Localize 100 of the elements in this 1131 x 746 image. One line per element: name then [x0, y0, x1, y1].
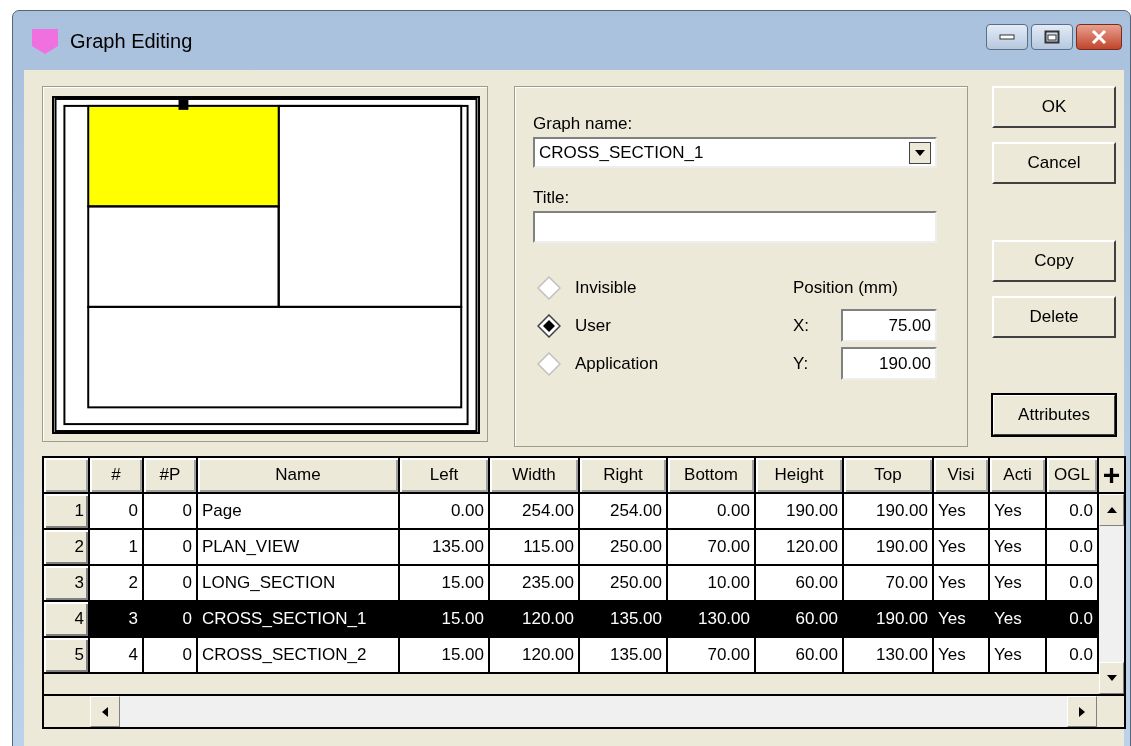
table-cell: 190.00: [844, 530, 934, 564]
table-cell: Yes: [990, 530, 1047, 564]
table-cell: 130.00: [844, 638, 934, 672]
radio-button[interactable]: [537, 351, 561, 376]
column-header[interactable]: Top: [844, 458, 934, 492]
table-cell: 0: [144, 638, 198, 672]
column-header[interactable]: Visi: [934, 458, 990, 492]
table-cell: CROSS_SECTION_1: [198, 602, 400, 636]
row-header[interactable]: 4: [44, 602, 90, 636]
radio-label: Application: [575, 352, 659, 375]
table-cell: 0: [144, 602, 198, 636]
row-header[interactable]: 3: [44, 566, 90, 600]
table-cell: Yes: [934, 602, 990, 636]
radio-button[interactable]: [537, 313, 561, 338]
table-cell: 120.00: [490, 638, 580, 672]
table-cell: Yes: [934, 566, 990, 600]
table-cell: 190.00: [844, 494, 934, 528]
table-cell: 0.00: [400, 494, 490, 528]
dialog-button[interactable]: Delete: [992, 296, 1116, 338]
table-cell: 1: [90, 530, 144, 564]
table-cell: Yes: [990, 602, 1047, 636]
table-cell: 4: [90, 638, 144, 672]
radio-label: User: [575, 314, 611, 337]
table-cell: 15.00: [400, 602, 490, 636]
y-position-field[interactable]: 190.00: [841, 347, 937, 380]
graph-name-label: Graph name:: [533, 113, 634, 135]
table-cell: 135.00: [580, 638, 668, 672]
table-cell: 0: [144, 530, 198, 564]
column-header[interactable]: Left: [400, 458, 490, 492]
row-header[interactable]: 1: [44, 494, 90, 528]
maximize-button[interactable]: [1031, 23, 1073, 50]
graph-name-dropdown[interactable]: CROSS_SECTION_1: [533, 137, 937, 168]
column-header[interactable]: Height: [756, 458, 844, 492]
table-cell: Yes: [934, 494, 990, 528]
dialog-button[interactable]: Cancel: [992, 142, 1116, 184]
column-header[interactable]: #P: [144, 458, 198, 492]
table-cell: 0.0: [1047, 530, 1099, 564]
position-label: Position (mm): [793, 276, 898, 299]
table-cell: 120.00: [756, 530, 844, 564]
table-cell: 2: [90, 566, 144, 600]
column-header[interactable]: Bottom: [668, 458, 756, 492]
row-header[interactable]: 2: [44, 530, 90, 564]
title-label: Title:: [533, 187, 571, 209]
table-cell: 0.00: [668, 494, 756, 528]
table-cell: 60.00: [756, 566, 844, 600]
y-label: Y:: [793, 352, 809, 375]
table-cell: 135.00: [400, 530, 490, 564]
title-field[interactable]: [533, 211, 937, 243]
column-header[interactable]: Width: [490, 458, 580, 492]
add-row-button[interactable]: +: [1099, 458, 1124, 494]
table-cell: Yes: [934, 530, 990, 564]
maximize-icon: [1044, 29, 1060, 44]
table-cell: Yes: [990, 638, 1047, 672]
down-arrow-icon: [1106, 675, 1117, 681]
table-cell: 250.00: [580, 566, 668, 600]
table-cell: Yes: [990, 494, 1047, 528]
table-cell: CROSS_SECTION_2: [198, 638, 400, 672]
column-header[interactable]: Right: [580, 458, 668, 492]
table-cell: 70.00: [668, 530, 756, 564]
table-cell: PLAN_VIEW: [198, 530, 400, 564]
table-cell: 70.00: [844, 566, 934, 600]
table-cell: 0.0: [1047, 494, 1099, 528]
table-cell: 60.00: [756, 638, 844, 672]
table-cell: 120.00: [490, 602, 580, 636]
grid-corner-header[interactable]: [44, 458, 90, 492]
up-arrow-icon: [1106, 507, 1117, 513]
table-cell: 190.00: [844, 602, 934, 636]
x-position-field[interactable]: 75.00: [841, 309, 937, 342]
column-header[interactable]: Name: [198, 458, 400, 492]
table-cell: 70.00: [668, 638, 756, 672]
dialog-button[interactable]: OK: [992, 86, 1116, 128]
dialog-button[interactable]: Attributes: [992, 394, 1116, 436]
table-cell: 115.00: [490, 530, 580, 564]
dialog-button[interactable]: Copy: [992, 240, 1116, 282]
table-cell: Yes: [990, 566, 1047, 600]
table-cell: Page: [198, 494, 400, 528]
table-cell: Yes: [934, 638, 990, 672]
window-title: Graph Editing: [70, 28, 193, 54]
scroll-down-button[interactable]: [1099, 662, 1124, 694]
scroll-left-button[interactable]: [90, 696, 120, 727]
radio-label: Invisible: [575, 276, 637, 299]
row-header[interactable]: 5: [44, 638, 90, 672]
table-cell: 190.00: [756, 494, 844, 528]
column-header[interactable]: #: [90, 458, 144, 492]
minimize-icon: [999, 32, 1015, 41]
table-cell: 3: [90, 602, 144, 636]
scroll-right-button[interactable]: [1067, 696, 1097, 727]
minimize-button[interactable]: [986, 23, 1028, 50]
close-icon: [1090, 29, 1108, 44]
radio-button[interactable]: [537, 275, 561, 300]
x-label: X:: [793, 314, 810, 337]
column-header[interactable]: OGL: [1047, 458, 1099, 492]
scroll-up-button[interactable]: [1099, 494, 1124, 526]
close-button[interactable]: [1076, 23, 1122, 50]
left-arrow-icon: [102, 706, 108, 717]
table-cell: 235.00: [490, 566, 580, 600]
table-cell: 0.0: [1047, 566, 1099, 600]
table-cell: 250.00: [580, 530, 668, 564]
column-header[interactable]: Acti: [990, 458, 1047, 492]
table-cell: 0: [144, 494, 198, 528]
